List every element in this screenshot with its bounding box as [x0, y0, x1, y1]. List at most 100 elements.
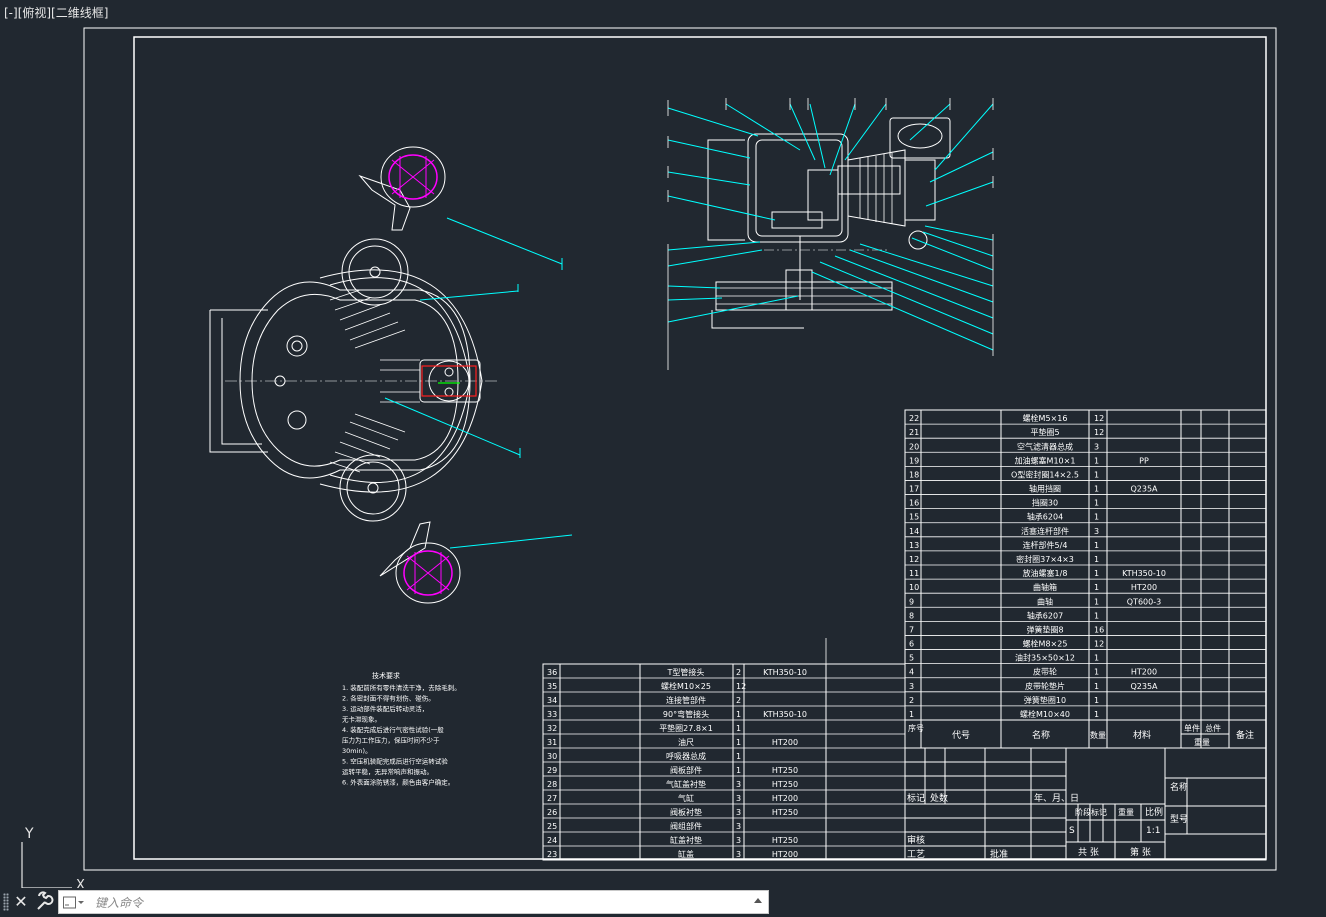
bom-upper-no: 10 [909, 583, 919, 592]
bom-upper-name: 皮带轮 [1033, 667, 1057, 677]
title-block[interactable] [904, 719, 1267, 861]
notes-line: 无卡滞现象。 [342, 715, 381, 724]
bom-upper-qty: 1 [1094, 555, 1099, 564]
drawing-viewport[interactable]: 22 螺栓M5×16 12 21 平垫圈5 12 20 空气滤清器总成 3 19 加油螺塞M10×1… [0, 0, 1326, 893]
command-input-box[interactable] [58, 890, 769, 914]
bom-lower-qty: 3 [736, 822, 741, 831]
bom-upper-name: 加油螺塞M10×1 [1015, 455, 1076, 465]
bom-upper-mat: KTH350-10 [1122, 569, 1166, 578]
bom-lower-name: 连接管部件 [666, 695, 706, 705]
bom-upper-no: 18 [909, 470, 919, 479]
bom-upper-name: 轴用挡圈 [1029, 484, 1061, 494]
command-prompt-icon[interactable] [63, 896, 85, 910]
bom-upper-no: 21 [909, 428, 919, 437]
title-model-label: 型号 [1170, 814, 1188, 825]
bom-lower-qty: 2 [736, 696, 741, 705]
bom-upper-name: 油封35×50×12 [1015, 653, 1075, 663]
bom-upper-name: 密封圈37×4×3 [1016, 554, 1074, 564]
bom-upper-no: 11 [909, 569, 919, 578]
notes-line: 压力为工作压力，保压时间不少于 [342, 736, 440, 745]
bom-upper-name: 曲轴箱 [1033, 582, 1057, 592]
bom-upper-qty: 1 [1094, 710, 1099, 719]
bom-lower-name: 阀板衬垫 [670, 807, 702, 817]
wrench-icon[interactable] [34, 891, 54, 913]
technical-notes[interactable]: 技术要求 1. 装配前所有零件清洗干净，去除毛刺。 2. 各密封面不得有划伤、碰伤… [342, 671, 461, 787]
bom-upper-name: 放油螺塞1/8 [1023, 568, 1068, 578]
valve-detail-bottom[interactable] [379, 521, 461, 604]
bom-upper-qty: 12 [1094, 428, 1104, 437]
bom-upper-qty: 1 [1094, 583, 1099, 592]
bom-lower-name: 气缸盖衬垫 [666, 779, 706, 789]
bom-upper-no: 14 [909, 527, 919, 536]
bom-lower-no: 25 [547, 822, 557, 831]
bom-upper-qty: 1 [1094, 597, 1099, 606]
bom-upper-qty: 1 [1094, 682, 1099, 691]
title-s-mark: S [1069, 826, 1075, 836]
bom-lower-table[interactable]: 36 T型管接头 2 KTH350-1035 螺栓M10×25 1234 连接管部件 233 9… [542, 663, 906, 861]
bom-upper-qty: 3 [1094, 527, 1099, 536]
leaders-right [667, 103, 994, 351]
bom-upper-qty: 1 [1094, 668, 1099, 677]
bom-lower-qty: 3 [736, 794, 741, 803]
bom-lower-no: 27 [547, 794, 557, 803]
bom-lower-mat: KTH350-10 [763, 710, 807, 719]
top-view-drawing[interactable] [209, 238, 500, 522]
bom-upper-mat: Q235A [1130, 682, 1158, 691]
bom-header-no: 序号 [908, 723, 924, 733]
notes-line: 2. 各密封面不得有划伤、碰伤。 [342, 694, 435, 703]
bom-lower-name: 阀组部件 [670, 821, 702, 831]
command-history-up-icon[interactable] [754, 898, 762, 903]
bom-lower-no: 29 [547, 766, 557, 775]
bom-upper-no: 9 [909, 597, 914, 606]
bom-lower-name: 阀板部件 [670, 765, 702, 775]
bom-lower-mat: HT250 [772, 808, 798, 817]
bom-upper-mat: HT200 [1131, 668, 1157, 677]
title-weight: 重量 [1118, 807, 1134, 817]
bom-lower-qty: 1 [736, 752, 741, 761]
bom-upper-name: 挡圈30 [1032, 498, 1058, 508]
bom-upper-name: 平垫圈5 [1030, 427, 1059, 437]
bom-lower-qty: 1 [736, 724, 741, 733]
command-input[interactable] [93, 893, 737, 913]
bom-upper-no: 8 [909, 611, 914, 620]
bom-lower-no: 28 [547, 780, 557, 789]
ucs-icon [21, 842, 72, 889]
title-review: 审核 [907, 834, 925, 846]
bom-upper-qty: 16 [1094, 625, 1104, 634]
bom-upper-no: 3 [909, 682, 914, 691]
bom-header-remark: 备注 [1236, 729, 1254, 741]
valve-detail-top[interactable] [358, 146, 446, 231]
bom-upper-name: O型密封圈14×2.5 [1011, 469, 1079, 479]
bom-upper-name: 曲轴 [1037, 596, 1053, 606]
viewport-label[interactable]: [-][俯视][二维线框] [4, 4, 108, 21]
bom-lower-qty: 1 [736, 766, 741, 775]
bom-lower-no: 32 [547, 724, 557, 733]
bom-header-qty: 数量 [1090, 730, 1106, 740]
grip-handle-icon[interactable] [3, 893, 9, 911]
bom-lower-qty: 3 [736, 850, 741, 859]
notes-line: 6. 外表面涂防锈漆，颜色由客户确定。 [342, 778, 454, 787]
bom-upper-name: 连杆部件5/4 [1023, 540, 1068, 550]
notes-line: 4. 装配完成后进行气密性试验(一般 [342, 725, 444, 734]
bom-upper-qty: 1 [1094, 513, 1099, 522]
bom-upper-mat: HT200 [1131, 583, 1157, 592]
bom-upper-no: 22 [909, 414, 919, 423]
close-icon[interactable]: ✕ [12, 891, 30, 913]
bom-upper-table[interactable]: 22 螺栓M5×16 1221 平垫圈5 1220 空气滤清器总成 319 加油螺塞M10×1… [904, 409, 1267, 721]
bom-lower-mat: HT200 [772, 794, 798, 803]
drawing-canvas[interactable]: 22 螺栓M5×16 1221 平垫圈5 1220 空气滤清器总成 319 加油螺塞M10×1… [0, 0, 1326, 893]
bom-upper-name: 空气滤清器总成 [1017, 441, 1073, 451]
bom-lower-no: 34 [547, 696, 557, 705]
section-view-drawing[interactable] [707, 117, 951, 329]
bom-lower-no: 23 [547, 850, 557, 859]
bom-upper-name: 轴承6204 [1027, 512, 1063, 522]
bom-upper-mat: QT600-3 [1127, 597, 1161, 606]
bom-header-name: 名称 [1032, 729, 1050, 741]
bom-upper-qty: 1 [1094, 696, 1099, 705]
bom-lower-qty: 1 [736, 710, 741, 719]
bom-upper-qty: 3 [1094, 442, 1099, 451]
bom-lower-name: 平垫圈27.8×1 [659, 723, 713, 733]
bom-upper-name: 轴承6207 [1027, 610, 1063, 620]
bom-lower-no: 36 [547, 668, 557, 677]
bom-upper-qty: 1 [1094, 485, 1099, 494]
